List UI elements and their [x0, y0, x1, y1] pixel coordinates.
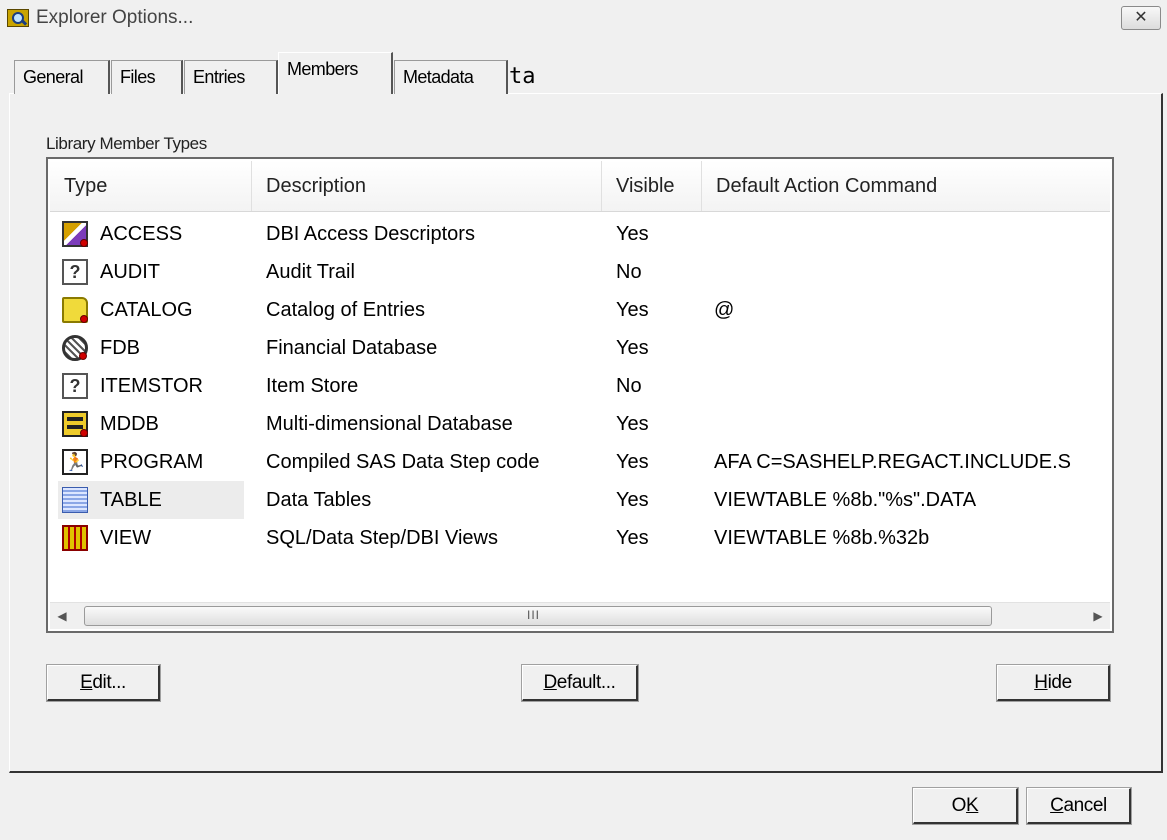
row-description: Multi-dimensional Database — [266, 413, 513, 435]
ok-label-pre: O — [951, 795, 967, 816]
tab-entries[interactable]: Entries — [184, 60, 278, 94]
fdb-icon — [62, 335, 88, 361]
row-type: AUDIT — [100, 261, 160, 283]
row-type: VIEW — [100, 527, 152, 549]
tab-members[interactable]: Members — [278, 52, 393, 94]
tab-label: General — [23, 67, 83, 87]
default-button[interactable]: Default... — [521, 664, 639, 702]
window-title: Explorer Options... — [36, 7, 194, 28]
ok-mnemonic: K — [966, 795, 979, 816]
row-visible: Yes — [616, 489, 649, 511]
row-visible: Yes — [616, 337, 649, 359]
row-type: ITEMSTOR — [100, 375, 203, 397]
row-command — [714, 367, 1112, 405]
tab-label: Entries — [193, 67, 245, 87]
close-button[interactable]: ✕ — [1121, 6, 1161, 30]
row-description: Data Tables — [266, 489, 372, 511]
table-row[interactable]: ? AUDIT Audit Trail No — [50, 253, 1110, 291]
row-command — [714, 215, 1112, 253]
hide-button[interactable]: Hide — [996, 664, 1111, 702]
column-header-description[interactable]: Description — [252, 161, 602, 211]
access-icon — [62, 221, 88, 247]
table-row[interactable]: ? ITEMSTOR Item Store No — [50, 367, 1110, 405]
edit-button[interactable]: Edit... — [46, 664, 161, 702]
grip-icon: III — [527, 608, 541, 622]
row-description: DBI Access Descriptors — [266, 223, 475, 245]
tab-label: Files — [120, 67, 156, 87]
tab-metadata[interactable]: Metadata — [394, 60, 508, 94]
row-type: ACCESS — [100, 223, 183, 245]
audit-icon: ? — [62, 259, 88, 285]
row-visible: No — [616, 375, 642, 397]
column-header-type[interactable]: Type — [50, 161, 252, 211]
table-row[interactable]: CATALOG Catalog of Entries Yes @ — [50, 291, 1110, 329]
row-description: SQL/Data Step/DBI Views — [266, 527, 498, 549]
title-bar: Explorer Options... ✕ — [0, 0, 1167, 36]
row-type: TABLE — [100, 489, 162, 511]
row-command: VIEWTABLE %8b.%32b — [714, 527, 930, 549]
row-description: Catalog of Entries — [266, 299, 425, 321]
column-header-visible[interactable]: Visible — [602, 161, 702, 211]
column-header-command[interactable]: Default Action Command — [702, 161, 1110, 211]
cancel-label: ancel — [1063, 795, 1107, 816]
table-row[interactable]: 🏃 PROGRAM Compiled SAS Data Step code Ye… — [50, 443, 1110, 481]
tab-label: Metadata — [403, 67, 474, 87]
tab-general[interactable]: General — [14, 60, 110, 94]
table-icon — [62, 487, 88, 513]
table-row[interactable]: MDDB Multi-dimensional Database Yes — [50, 405, 1110, 443]
row-visible: Yes — [616, 299, 649, 321]
row-visible: Yes — [616, 451, 649, 473]
tab-files[interactable]: Files — [111, 60, 183, 94]
row-command: AFA C=SASHELP.REGACT.INCLUDE.S — [714, 451, 1071, 473]
row-type: FDB — [100, 337, 140, 359]
scroll-right-icon[interactable]: ▶ — [1086, 603, 1110, 629]
table-row[interactable]: VIEW SQL/Data Step/DBI Views Yes VIEWTAB… — [50, 519, 1110, 557]
row-description: Item Store — [266, 375, 359, 397]
row-description: Financial Database — [266, 337, 438, 359]
view-icon — [62, 525, 88, 551]
tab-overflow-text: ta — [509, 64, 536, 89]
row-command — [714, 253, 1112, 291]
program-icon: 🏃 — [62, 449, 88, 475]
hide-mnemonic: H — [1034, 672, 1048, 693]
list-header: Type Description Visible Default Action … — [50, 161, 1110, 212]
row-description: Compiled SAS Data Step code — [266, 451, 540, 473]
row-type: CATALOG — [100, 299, 193, 321]
cancel-mnemonic: C — [1050, 795, 1064, 816]
catalog-icon — [62, 297, 88, 323]
row-visible: No — [616, 261, 642, 283]
row-visible: Yes — [616, 527, 649, 549]
row-command — [714, 405, 1112, 443]
default-label: efault... — [556, 672, 616, 693]
mddb-icon — [62, 411, 88, 437]
row-visible: Yes — [616, 413, 649, 435]
edit-mnemonic: E — [80, 672, 93, 693]
row-visible: Yes — [616, 223, 649, 245]
table-row[interactable]: ACCESS DBI Access Descriptors Yes — [50, 215, 1110, 253]
ok-button[interactable]: OK — [912, 787, 1019, 825]
row-type: PROGRAM — [100, 451, 204, 473]
explorer-icon — [7, 9, 29, 27]
row-command: @ — [714, 299, 735, 321]
horizontal-scrollbar[interactable]: ◀ III ▶ — [50, 602, 1110, 629]
tab-label: Members — [287, 59, 358, 79]
table-row-selected[interactable]: TABLE Data Tables Yes VIEWTABLE %8b."%s"… — [50, 481, 1110, 519]
row-command — [714, 329, 1112, 367]
cancel-button[interactable]: Cancel — [1026, 787, 1132, 825]
table-row[interactable]: FDB Financial Database Yes — [50, 329, 1110, 367]
row-type: MDDB — [100, 413, 159, 435]
row-command: VIEWTABLE %8b."%s".DATA — [714, 489, 977, 511]
itemstor-icon: ? — [62, 373, 88, 399]
close-icon: ✕ — [1134, 9, 1148, 26]
hide-label: ide — [1047, 672, 1073, 693]
row-description: Audit Trail — [266, 261, 355, 283]
scrollbar-thumb[interactable]: III — [84, 606, 992, 626]
edit-label: dit... — [92, 672, 126, 693]
default-mnemonic: D — [543, 672, 557, 693]
group-label: Library Member Types — [46, 134, 207, 153]
member-types-list[interactable]: Type Description Visible Default Action … — [46, 157, 1114, 633]
scroll-left-icon[interactable]: ◀ — [50, 603, 74, 629]
